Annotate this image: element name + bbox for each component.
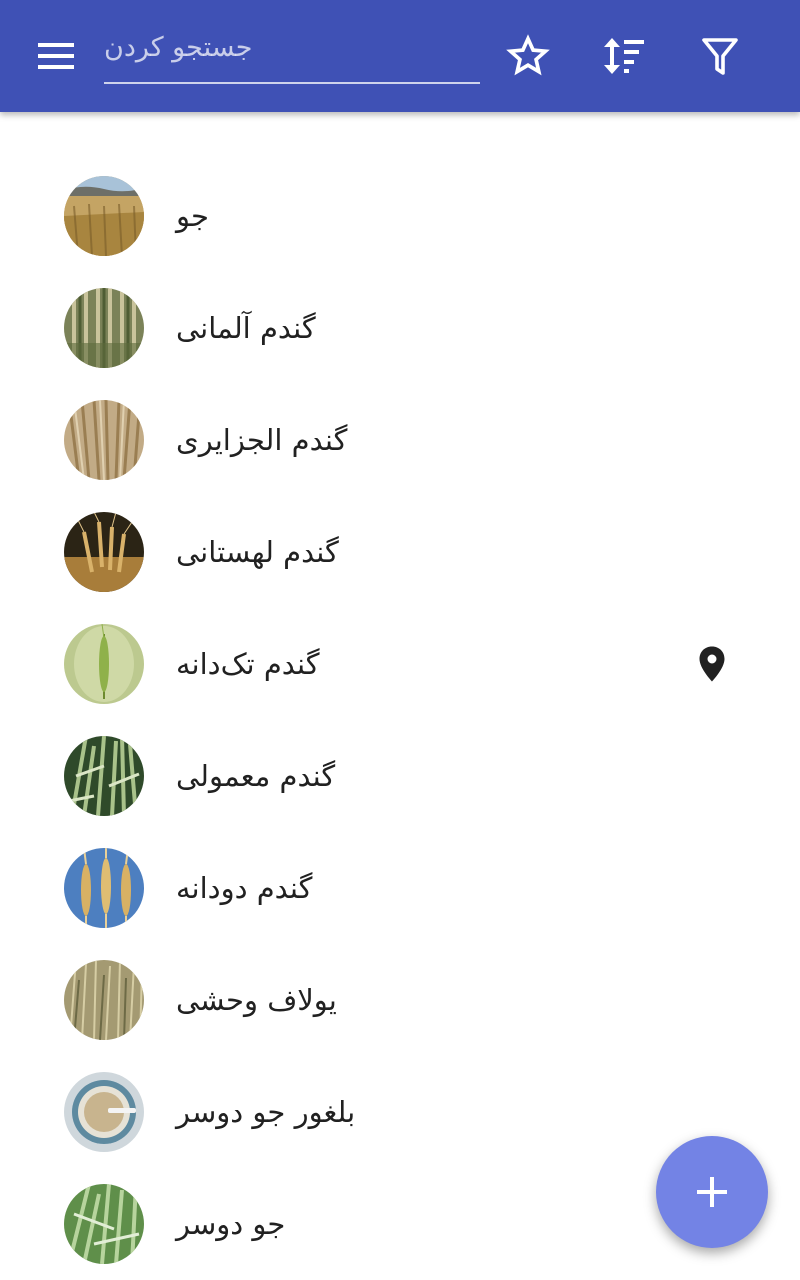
item-label: جو دوسر (176, 1207, 286, 1241)
einkorn-wheat-photo (64, 624, 144, 704)
item-list: جو گندم آلمانی گندم الجزایری گندم لهستان… (0, 160, 800, 1280)
list-item[interactable]: گندم الجزایری (0, 384, 800, 496)
common-wheat-photo (64, 736, 144, 816)
hamburger-menu-icon (38, 43, 74, 69)
add-button[interactable] (656, 1136, 768, 1248)
durum-wheat-photo (64, 400, 144, 480)
list-item[interactable]: گندم معمولی (0, 720, 800, 832)
list-item[interactable]: گندم لهستانی (0, 496, 800, 608)
location-button[interactable] (692, 642, 732, 686)
list-item[interactable]: گندم آلمانی (0, 272, 800, 384)
oatmeal-bowl-photo (64, 1072, 144, 1152)
wild-oat-photo (64, 960, 144, 1040)
item-label: گندم معمولی (176, 759, 336, 793)
item-label: بلغور جو دوسر (176, 1095, 356, 1129)
star-outline-icon (506, 34, 550, 76)
item-label: گندم لهستانی (176, 535, 339, 569)
oat-plant-photo (64, 1184, 144, 1264)
item-label: گندم آلمانی (176, 311, 316, 345)
list-item[interactable]: جو (0, 160, 800, 272)
emmer-wheat-photo (64, 288, 144, 368)
item-label: گندم دودانه (176, 871, 313, 905)
emmer-spikes-photo (64, 848, 144, 928)
plus-icon (697, 1177, 727, 1207)
sort-icon (604, 38, 644, 74)
search-box: جستجو کردن (104, 22, 480, 84)
sort-button[interactable] (592, 28, 656, 84)
item-label: گندم الجزایری (176, 423, 348, 457)
barley-field-photo (64, 176, 144, 256)
favorites-button[interactable] (496, 28, 560, 84)
item-label: گندم تک‌دانه (176, 647, 320, 681)
app-toolbar: جستجو کردن (0, 0, 800, 112)
filter-icon (702, 38, 738, 75)
item-label: جو (176, 199, 209, 233)
filter-button[interactable] (688, 28, 752, 84)
list-item[interactable]: گندم تک‌دانه (0, 608, 800, 720)
list-item[interactable]: یولاف وحشی (0, 944, 800, 1056)
menu-button[interactable] (24, 28, 88, 84)
item-label: یولاف وحشی (176, 983, 337, 1017)
polish-wheat-photo (64, 512, 144, 592)
search-input[interactable] (104, 22, 480, 78)
map-marker-icon (699, 646, 725, 682)
list-item[interactable]: گندم دودانه (0, 832, 800, 944)
